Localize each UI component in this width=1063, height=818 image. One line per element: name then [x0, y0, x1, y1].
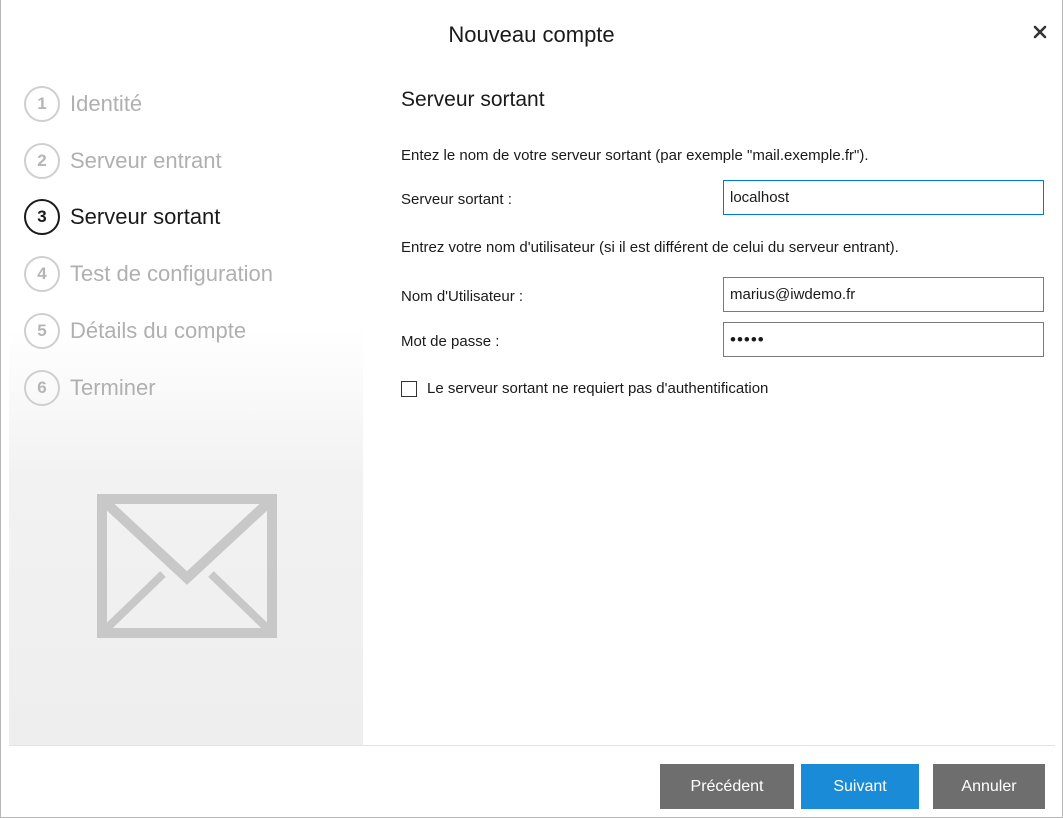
step-label: Serveur entrant — [70, 148, 222, 173]
step-label: Terminer — [70, 375, 156, 400]
username-input[interactable] — [723, 277, 1044, 312]
cancel-button[interactable]: Annuler — [933, 764, 1045, 809]
step-number: 2 — [24, 143, 60, 179]
dialog-title: Nouveau compte — [448, 22, 615, 47]
footer-divider — [9, 745, 1055, 746]
step-label: Détails du compte — [70, 318, 247, 343]
username-label: Nom d'Utilisateur : — [401, 288, 524, 305]
step-number: 1 — [24, 86, 60, 122]
envelope-icon — [97, 494, 277, 638]
new-account-dialog: Nouveau compte 1 Identité 2 Serveur entr… — [0, 0, 1063, 818]
title-bar: Nouveau compte — [1, 0, 1062, 70]
close-icon — [1033, 25, 1047, 39]
step-identite[interactable]: 1 Identité — [24, 84, 354, 124]
step-terminer[interactable]: 6 Terminer — [24, 368, 354, 408]
step-label: Test de configuration — [70, 261, 274, 286]
password-label: Mot de passe : — [401, 333, 500, 350]
outgoing-server-input[interactable] — [723, 180, 1044, 215]
step-number: 4 — [24, 256, 60, 292]
no-auth-option[interactable]: Le serveur sortant ne requiert pas d'aut… — [401, 380, 768, 397]
no-auth-label: Le serveur sortant ne requiert pas d'aut… — [427, 380, 769, 397]
step-test-configuration[interactable]: 4 Test de configuration — [24, 254, 354, 294]
section-title: Serveur sortant — [401, 88, 545, 111]
username-instruction: Entrez votre nom d'utilisateur (si il es… — [401, 239, 899, 256]
password-input[interactable] — [723, 322, 1044, 357]
step-label: Serveur sortant — [70, 204, 221, 229]
no-auth-checkbox[interactable] — [401, 380, 417, 397]
server-instruction: Entez le nom de votre serveur sortant (p… — [401, 147, 869, 164]
step-serveur-sortant[interactable]: 3 Serveur sortant — [24, 197, 354, 237]
server-label: Serveur sortant : — [401, 191, 512, 208]
step-details-compte[interactable]: 5 Détails du compte — [24, 311, 354, 351]
step-number: 3 — [24, 199, 60, 235]
step-number: 6 — [24, 370, 60, 406]
previous-button[interactable]: Précédent — [660, 764, 794, 809]
step-serveur-entrant[interactable]: 2 Serveur entrant — [24, 141, 354, 181]
close-button[interactable] — [1028, 20, 1052, 44]
next-button[interactable]: Suivant — [801, 764, 919, 809]
step-number: 5 — [24, 313, 60, 349]
step-label: Identité — [70, 91, 143, 116]
